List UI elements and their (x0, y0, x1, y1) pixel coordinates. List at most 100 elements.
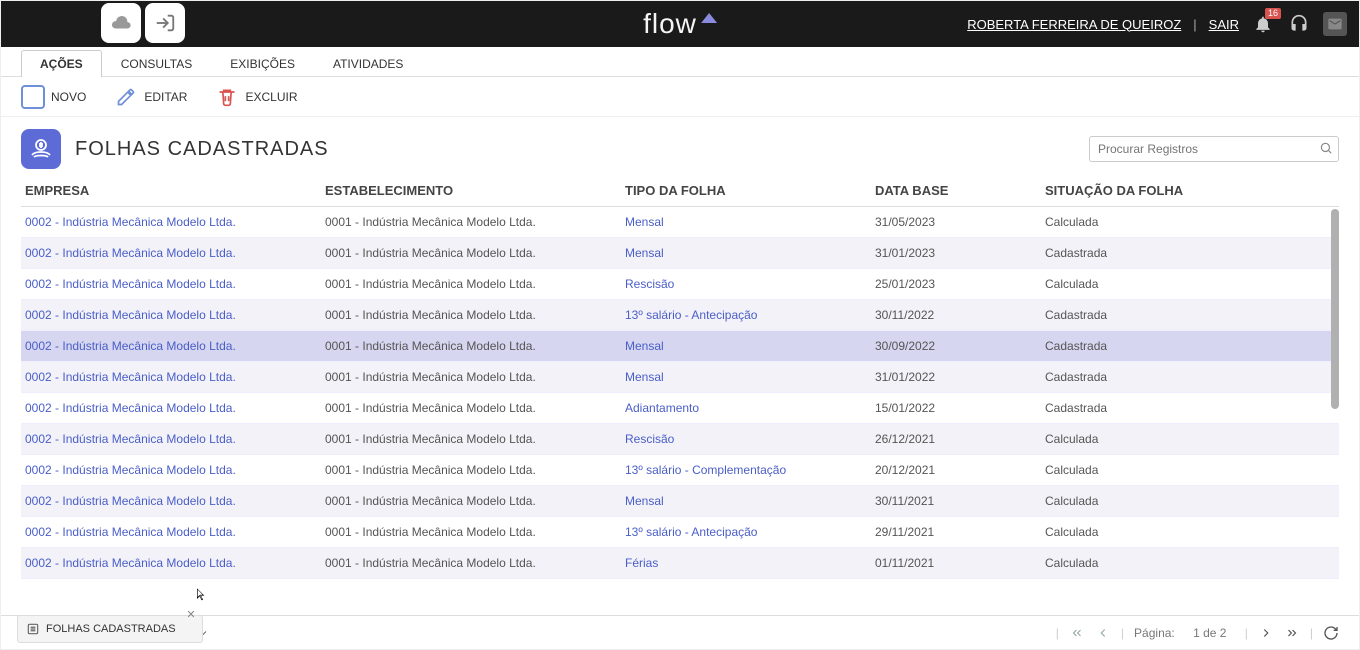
page-title: FOLHAS CADASTRADAS (75, 138, 329, 161)
first-page-button[interactable] (1069, 625, 1085, 641)
vertical-scrollbar[interactable] (1331, 209, 1339, 409)
last-page-button[interactable] (1284, 625, 1300, 641)
support-button[interactable] (1287, 12, 1311, 36)
table-row[interactable]: 0002 - Indústria Mecânica Modelo Ltda.00… (21, 238, 1339, 269)
cell-sit: Calculada (1041, 455, 1339, 486)
window-tab[interactable]: FOLHAS CADASTRADAS ✕ (17, 615, 203, 643)
search-icon[interactable] (1319, 141, 1333, 158)
tab-consultas[interactable]: CONSULTAS (102, 50, 212, 77)
page-title-icon (21, 129, 61, 169)
next-page-button[interactable] (1258, 625, 1274, 641)
cell-tipo: Rescisão (621, 424, 871, 455)
cell-tipo-link[interactable]: 13º salário - Complementação (625, 463, 786, 477)
cell-empresa: 0002 - Indústria Mecânica Modelo Ltda. (21, 455, 321, 486)
cell-sit: Calculada (1041, 269, 1339, 300)
search-input[interactable] (1089, 136, 1339, 162)
cell-empresa-link[interactable]: 0002 - Indústria Mecânica Modelo Ltda. (25, 215, 236, 229)
tab-atividades[interactable]: ATIVIDADES (314, 50, 422, 77)
cell-sit: Calculada (1041, 548, 1339, 579)
cell-tipo-link[interactable]: Rescisão (625, 432, 674, 446)
enter-icon (154, 12, 176, 34)
cell-estab: 0001 - Indústria Mecânica Modelo Ltda. (321, 455, 621, 486)
table-row[interactable]: 0002 - Indústria Mecânica Modelo Ltda.00… (21, 300, 1339, 331)
page-info: 1 de 2 (1185, 626, 1235, 640)
cell-data: 31/01/2023 (871, 238, 1041, 269)
cell-data: 30/11/2021 (871, 486, 1041, 517)
cell-tipo-link[interactable]: Mensal (625, 339, 664, 353)
cell-empresa-link[interactable]: 0002 - Indústria Mecânica Modelo Ltda. (25, 432, 236, 446)
table-row[interactable]: 0002 - Indústria Mecânica Modelo Ltda.00… (21, 424, 1339, 455)
cell-empresa-link[interactable]: 0002 - Indústria Mecânica Modelo Ltda. (25, 401, 236, 415)
cell-empresa-link[interactable]: 0002 - Indústria Mecânica Modelo Ltda. (25, 370, 236, 384)
col-tipo[interactable]: TIPO DA FOLHA (621, 175, 871, 207)
cell-tipo-link[interactable]: Adiantamento (625, 401, 699, 415)
table-row[interactable]: 0002 - Indústria Mecânica Modelo Ltda.00… (21, 362, 1339, 393)
cell-sit: Cadastrada (1041, 362, 1339, 393)
cell-tipo-link[interactable]: Rescisão (625, 277, 674, 291)
cell-tipo-link[interactable]: Mensal (625, 246, 664, 260)
cell-empresa: 0002 - Indústria Mecânica Modelo Ltda. (21, 548, 321, 579)
cell-tipo: Mensal (621, 486, 871, 517)
tab-exibicoes[interactable]: EXIBIÇÕES (211, 50, 314, 77)
cell-tipo: Rescisão (621, 269, 871, 300)
col-estabelecimento[interactable]: ESTABELECIMENTO (321, 175, 621, 207)
table-row[interactable]: 0002 - Indústria Mecânica Modelo Ltda.00… (21, 207, 1339, 238)
login-icon-button[interactable] (145, 3, 185, 43)
col-empresa[interactable]: EMPRESA (21, 175, 321, 207)
table-row[interactable]: 0002 - Indústria Mecânica Modelo Ltda.00… (21, 548, 1339, 579)
cell-tipo-link[interactable]: 13º salário - Antecipação (625, 308, 757, 322)
cell-empresa-link[interactable]: 0002 - Indústria Mecânica Modelo Ltda. (25, 246, 236, 260)
cell-tipo: Mensal (621, 238, 871, 269)
trash-icon (215, 85, 239, 109)
novo-label: NOVO (51, 90, 86, 104)
cell-empresa-link[interactable]: 0002 - Indústria Mecânica Modelo Ltda. (25, 494, 236, 508)
cell-data: 31/01/2022 (871, 362, 1041, 393)
table-row[interactable]: 0002 - Indústria Mecânica Modelo Ltda. 00… (21, 331, 1339, 362)
brand-triangle-icon (701, 13, 717, 23)
table-row[interactable]: 0002 - Indústria Mecânica Modelo Ltda.00… (21, 393, 1339, 424)
user-name-link[interactable]: ROBERTA FERREIRA DE QUEIROZ (967, 17, 1181, 32)
cell-tipo-link[interactable]: 13º salário - Antecipação (625, 525, 757, 539)
cell-tipo-link[interactable]: Férias (625, 556, 658, 570)
table-row[interactable]: 0002 - Indústria Mecânica Modelo Ltda. 00… (21, 455, 1339, 486)
cell-sit: Cadastrada (1041, 393, 1339, 424)
cell-empresa: 0002 - Indústria Mecânica Modelo Ltda. (21, 362, 321, 393)
editar-button[interactable]: EDITAR (114, 85, 187, 109)
cell-estab: 0001 - Indústria Mecânica Modelo Ltda. (321, 331, 621, 362)
excluir-button[interactable]: EXCLUIR (215, 85, 297, 109)
mail-icon (1327, 16, 1343, 32)
cell-data: 26/12/2021 (871, 424, 1041, 455)
close-tab-icon[interactable]: ✕ (186, 608, 195, 621)
table-row[interactable]: 0002 - Indústria Mecânica Modelo Ltda.00… (21, 517, 1339, 548)
col-data-base[interactable]: DATA BASE (871, 175, 1041, 207)
table-row[interactable]: 0002 - Indústria Mecânica Modelo Ltda. 00… (21, 269, 1339, 300)
cell-tipo-link[interactable]: Mensal (625, 494, 664, 508)
cell-tipo: 13º salário - Antecipação (621, 517, 871, 548)
cell-empresa-link[interactable]: 0002 - Indústria Mecânica Modelo Ltda. (25, 525, 236, 539)
messages-button[interactable] (1323, 12, 1347, 36)
col-situacao[interactable]: SITUAÇÃO DA FOLHA (1041, 175, 1339, 207)
prev-page-button[interactable] (1095, 625, 1111, 641)
novo-button[interactable]: NOVO (21, 85, 86, 109)
cell-empresa-link[interactable]: 0002 - Indústria Mecânica Modelo Ltda. (25, 277, 236, 291)
cell-empresa-link[interactable]: 0002 - Indústria Mecânica Modelo Ltda. (25, 339, 236, 353)
tab-acoes[interactable]: AÇÕES (21, 50, 102, 77)
excluir-label: EXCLUIR (245, 90, 297, 104)
notifications-button[interactable]: 16 (1251, 12, 1275, 36)
cell-empresa-link[interactable]: 0002 - Indústria Mecânica Modelo Ltda. (25, 463, 236, 477)
headset-icon (1289, 14, 1309, 34)
grid-footer: EXIBIÇÃO: Todos os Registros | | Página:… (1, 615, 1359, 649)
refresh-button[interactable] (1323, 625, 1339, 641)
table-row[interactable]: 0002 - Indústria Mecânica Modelo Ltda.00… (21, 486, 1339, 517)
cell-tipo: 13º salário - Complementação (621, 455, 871, 486)
cell-empresa-link[interactable]: 0002 - Indústria Mecânica Modelo Ltda. (25, 308, 236, 322)
cell-tipo-link[interactable]: Mensal (625, 370, 664, 384)
cell-data: 30/11/2022 (871, 300, 1041, 331)
logout-link[interactable]: SAIR (1209, 17, 1239, 32)
cell-empresa-link[interactable]: 0002 - Indústria Mecânica Modelo Ltda. (25, 556, 236, 570)
cell-estab: 0001 - Indústria Mecânica Modelo Ltda. (321, 269, 621, 300)
cloud-icon-button[interactable] (101, 3, 141, 43)
cell-empresa: 0002 - Indústria Mecânica Modelo Ltda. (21, 300, 321, 331)
cell-tipo-link[interactable]: Mensal (625, 215, 664, 229)
cell-data: 15/01/2022 (871, 393, 1041, 424)
